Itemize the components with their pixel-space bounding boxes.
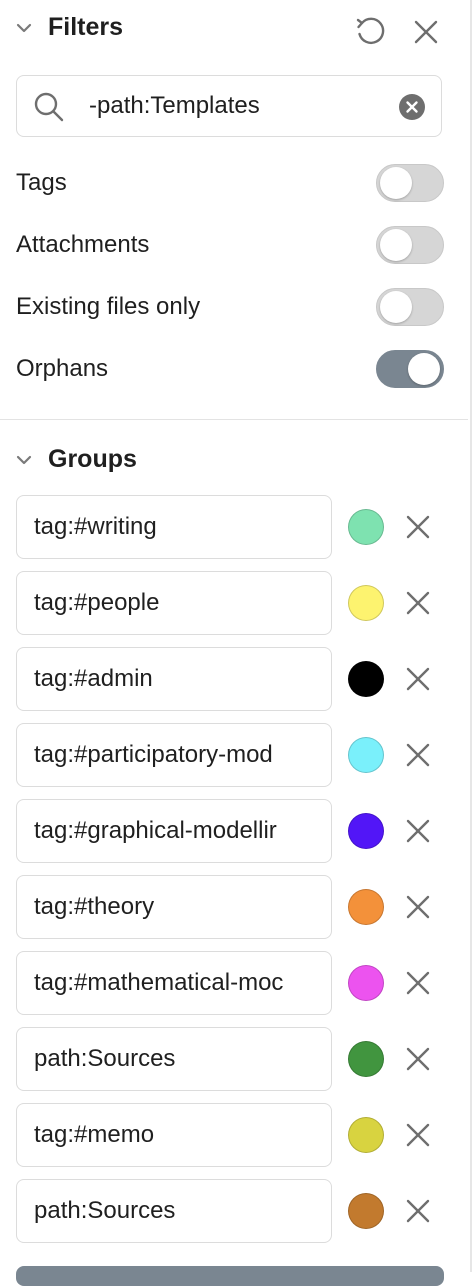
reset-icon bbox=[356, 17, 385, 45]
group-color-swatch[interactable] bbox=[348, 1117, 384, 1153]
chevron-down-icon[interactable] bbox=[14, 450, 34, 470]
group-row: tag:#graphical-modellir bbox=[0, 799, 468, 863]
chevron-down-icon[interactable] bbox=[14, 18, 34, 38]
remove-group-icon[interactable] bbox=[402, 967, 434, 999]
groups-title: Groups bbox=[48, 445, 137, 473]
toggle-label-tags: Tags bbox=[16, 169, 67, 196]
toggle-label-attachments: Attachments bbox=[16, 231, 150, 258]
clear-search-button[interactable] bbox=[399, 94, 425, 120]
toggle-row-orphans: Orphans bbox=[0, 349, 468, 389]
group-color-swatch[interactable] bbox=[348, 737, 384, 773]
group-query-input[interactable]: tag:#memo bbox=[16, 1103, 332, 1167]
group-row: tag:#people bbox=[0, 571, 468, 635]
group-color-swatch[interactable] bbox=[348, 813, 384, 849]
remove-group-icon[interactable] bbox=[402, 663, 434, 695]
group-row: path:Sources bbox=[0, 1027, 468, 1091]
remove-group-icon[interactable] bbox=[402, 1195, 434, 1227]
toggle-row-attachments: Attachments bbox=[0, 225, 468, 265]
remove-group-icon[interactable] bbox=[402, 1043, 434, 1075]
group-row: tag:#mathematical-moc bbox=[0, 951, 468, 1015]
group-color-swatch[interactable] bbox=[348, 1041, 384, 1077]
remove-group-icon[interactable] bbox=[402, 587, 434, 619]
group-query-input[interactable]: path:Sources bbox=[16, 1027, 332, 1091]
orphans-toggle[interactable] bbox=[376, 350, 444, 388]
group-color-swatch[interactable] bbox=[348, 965, 384, 1001]
filter-search-box[interactable] bbox=[16, 75, 442, 137]
groups-section-header[interactable]: Groups bbox=[0, 438, 468, 478]
close-button[interactable] bbox=[408, 14, 444, 50]
group-query-input[interactable]: tag:#writing bbox=[16, 495, 332, 559]
reset-filters-button[interactable] bbox=[352, 14, 388, 50]
remove-group-icon[interactable] bbox=[402, 815, 434, 847]
filters-section-header[interactable]: Filters bbox=[0, 6, 468, 46]
search-input[interactable] bbox=[89, 88, 389, 124]
group-row: tag:#writing bbox=[0, 495, 468, 559]
group-row: tag:#participatory-mod bbox=[0, 723, 468, 787]
filters-title: Filters bbox=[48, 13, 124, 41]
group-query-input[interactable]: path:Sources bbox=[16, 1179, 332, 1243]
remove-group-icon[interactable] bbox=[402, 891, 434, 923]
group-row: tag:#theory bbox=[0, 875, 468, 939]
group-row: tag:#memo bbox=[0, 1103, 468, 1167]
attachments-toggle[interactable] bbox=[376, 226, 444, 264]
toggle-label-existing-files: Existing files only bbox=[16, 293, 201, 320]
group-color-swatch[interactable] bbox=[348, 1193, 384, 1229]
group-color-swatch[interactable] bbox=[348, 509, 384, 545]
group-row: tag:#admin bbox=[0, 647, 468, 711]
new-group-button[interactable] bbox=[16, 1266, 444, 1286]
group-color-swatch[interactable] bbox=[348, 661, 384, 697]
group-query-input[interactable]: tag:#participatory-mod bbox=[16, 723, 332, 787]
toggle-knob bbox=[408, 353, 440, 385]
group-color-swatch[interactable] bbox=[348, 585, 384, 621]
remove-group-icon[interactable] bbox=[402, 739, 434, 771]
group-query-input[interactable]: tag:#graphical-modellir bbox=[16, 799, 332, 863]
tags-toggle[interactable] bbox=[376, 164, 444, 202]
search-icon bbox=[34, 92, 64, 122]
group-query-input[interactable]: tag:#theory bbox=[16, 875, 332, 939]
group-query-input[interactable]: tag:#people bbox=[16, 571, 332, 635]
clear-icon bbox=[406, 101, 418, 113]
existing-files-toggle[interactable] bbox=[376, 288, 444, 326]
close-icon bbox=[414, 20, 438, 44]
group-query-input[interactable]: tag:#mathematical-moc bbox=[16, 951, 332, 1015]
toggle-knob bbox=[380, 291, 412, 323]
remove-group-icon[interactable] bbox=[402, 511, 434, 543]
toggle-label-orphans: Orphans bbox=[16, 355, 109, 382]
toggle-row-tags: Tags bbox=[0, 163, 468, 203]
toggle-knob bbox=[380, 167, 412, 199]
section-divider bbox=[0, 419, 468, 420]
group-row: path:Sources bbox=[0, 1179, 468, 1243]
remove-group-icon[interactable] bbox=[402, 1119, 434, 1151]
group-color-swatch[interactable] bbox=[348, 889, 384, 925]
toggle-knob bbox=[380, 229, 412, 261]
toggle-row-existing-files: Existing files only bbox=[0, 287, 468, 327]
group-query-input[interactable]: tag:#admin bbox=[16, 647, 332, 711]
